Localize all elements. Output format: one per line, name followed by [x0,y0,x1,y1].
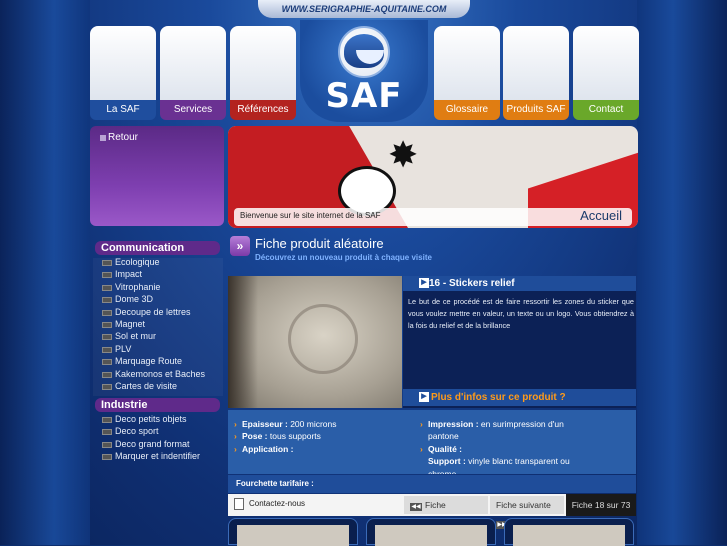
spec-support: Support : vinyle blanc transparent ou ch… [428,455,598,474]
specs-panel: Epaisseur : 200 microns Pose : tous supp… [228,410,636,474]
nav-label: Produits SAF [503,100,569,120]
explosion-icon: ✸ [388,134,419,175]
sidebar-item[interactable]: Vitrophanie [98,281,222,293]
nav-glossaire[interactable]: Glossaire [434,26,500,120]
nav-label: Services [160,100,226,120]
sidebar-item[interactable]: Ecologique [98,256,222,268]
logo-text: SAF [325,76,403,116]
welcome-text: Bienvenue sur le site internet de la SAF [240,211,381,220]
category-industrie[interactable]: Industrie [95,398,220,412]
fiche-footer: Contactez-nous ◀◀Fiche précédente Fiche … [228,494,636,529]
more-info-link[interactable]: ▶ Plus d'infos sur ce produit ? [403,389,636,406]
nav-image [573,26,639,100]
product-title: 16 - Stickers relief [429,278,515,289]
sidebar-item[interactable]: Magnet [98,318,222,330]
nav-label: La SAF [90,100,156,120]
sidebar-item[interactable]: Deco petits objets [98,413,222,425]
site-url: WWW.SERIGRAPHIE-AQUITAINE.COM [258,0,470,18]
play-icon: ▶ [419,278,429,288]
relief-sticker-image [288,304,358,374]
next-button[interactable]: Fiche suivante ▶▶ [490,496,564,529]
product-header: ▶ 16 - Stickers relief [403,276,636,291]
nav-label: Glossaire [434,100,500,120]
sidebar-item[interactable]: Deco sport [98,425,222,437]
banner-bar: Bienvenue sur le site internet de la SAF… [234,208,632,226]
category-communication[interactable]: Communication [95,241,220,255]
fiche-subtitle: Découvrez un nouveau produit à chaque vi… [255,253,432,262]
contact-icon [234,498,244,510]
sidebar-item[interactable]: Deco grand format [98,438,222,450]
spec-epaisseur: Epaisseur : 200 microns [234,418,412,431]
sidebar-item[interactable]: Impact [98,268,222,280]
sidebar-item[interactable]: Decoupe de lettres [98,306,222,318]
double-chevron-icon: » [230,236,250,256]
nav-la-saf[interactable]: La SAF [90,26,156,120]
nav-contact[interactable]: Contact [573,26,639,120]
nav-services[interactable]: Services [160,26,226,120]
prev-arrow-icon: ◀◀ [410,503,422,511]
nav-image [90,26,156,100]
banner: ✸ Bienvenue sur le site internet de la S… [228,126,638,228]
sidebar-item[interactable]: Marquer et indentifier [98,450,222,462]
spec-qualite: Qualité : [420,443,598,456]
sidebar-item[interactable]: Kakemonos et Baches [98,368,222,380]
photo-shadow [228,276,258,408]
nav-references[interactable]: Références [230,26,296,120]
spec-impression: Impression : en surimpression d'un panto… [420,418,588,443]
retour-panel: Retour [90,126,224,226]
nav-image [434,26,500,100]
industrie-list: Deco petits objets Deco sport Deco grand… [98,413,222,463]
contact-link[interactable]: Contactez-nous [249,499,305,508]
sidebar-item[interactable]: Sol et mur [98,330,222,342]
thumbnail[interactable] [504,518,634,546]
retour-link[interactable]: Retour [108,132,138,143]
nav-image [160,26,226,100]
sidebar-item[interactable]: PLV [98,343,222,355]
nav-image [503,26,569,100]
nav-label: Contact [573,100,639,120]
bullet-icon [100,135,106,141]
nav-produits-saf[interactable]: Produits SAF [503,26,569,120]
product-panel: ▶ 16 - Stickers relief Le but de ce proc… [403,276,636,408]
saf-logo[interactable]: SAF [300,20,428,122]
fiche-counter: Fiche 18 sur 73 [566,494,636,516]
fiche-title: Fiche produit aléatoire [255,236,384,251]
accueil-link[interactable]: Accueil [580,208,622,223]
nav-label: Références [230,100,296,120]
communication-list: Ecologique Impact Vitrophanie Dome 3D De… [98,256,222,392]
nav-image [230,26,296,100]
thumbnail[interactable] [228,518,358,546]
previous-button[interactable]: ◀◀Fiche précédente [404,496,488,528]
sidebar-item[interactable]: Marquage Route [98,355,222,367]
more-info-label: Plus d'infos sur ce produit ? [431,392,566,403]
tarif-label: Fourchette tarifaire : [228,475,636,493]
play-icon: ▶ [419,392,429,402]
product-description: Le but de ce procédé est de faire ressor… [408,297,634,330]
sidebar-item[interactable]: Dome 3D [98,293,222,305]
thumbnail-row [228,518,636,546]
thumbnail[interactable] [366,518,496,546]
product-photo [228,276,402,408]
sidebar-item[interactable]: Cartes de visite [98,380,222,392]
spec-application: Application : [234,443,412,456]
spec-pose: Pose : tous supports [234,430,412,443]
